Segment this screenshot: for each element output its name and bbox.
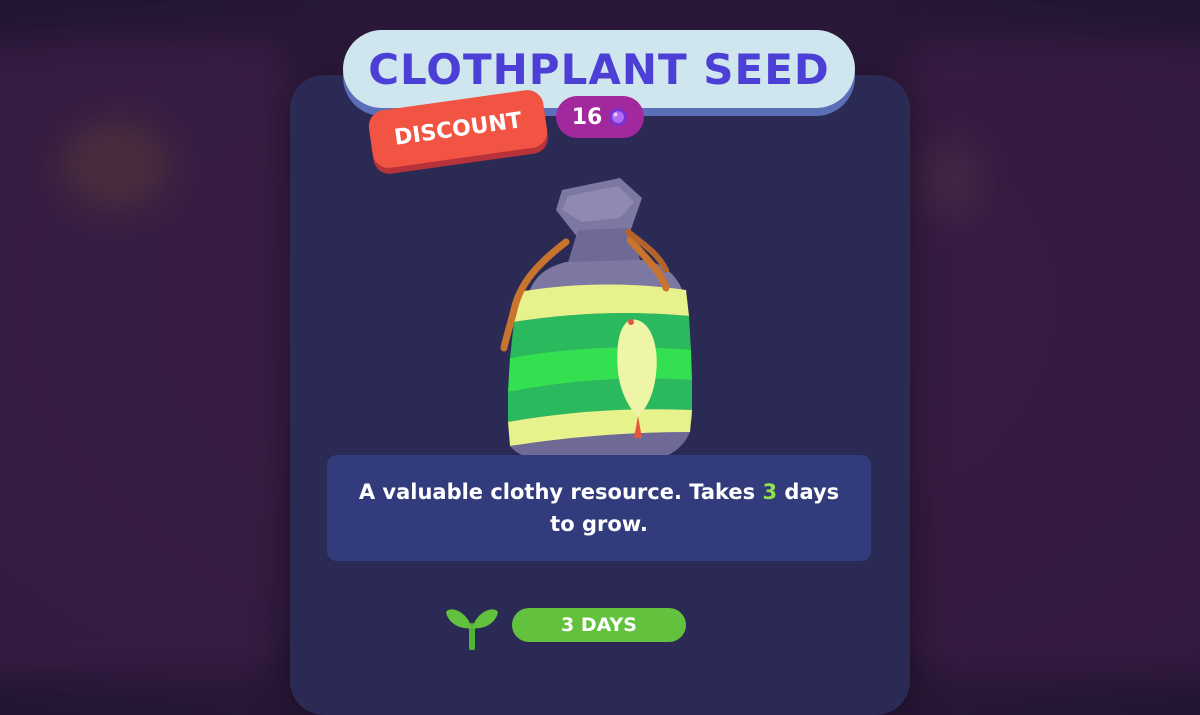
item-title: CLOTHPLANT SEED xyxy=(368,44,830,94)
background-glow xyxy=(60,120,170,210)
grow-time-badge: 3 DAYS xyxy=(512,608,686,642)
price-badge: 16 xyxy=(556,96,644,138)
description-text-start: A valuable clothy resource. Takes xyxy=(358,480,763,504)
background-shelf-right xyxy=(900,40,1200,680)
description-box: A valuable clothy resource. Takes 3 days… xyxy=(327,455,871,561)
price-value: 16 xyxy=(571,104,603,130)
sprout-icon xyxy=(446,609,498,650)
gem-icon xyxy=(609,108,628,126)
item-description: A valuable clothy resource. Takes 3 days… xyxy=(349,476,849,540)
grow-time-label: 3 DAYS xyxy=(561,614,637,636)
description-days-highlight: 3 xyxy=(762,480,778,504)
discount-label: DISCOUNT xyxy=(392,107,524,151)
background-glow-right xyxy=(920,140,980,220)
seed-bag-icon xyxy=(500,178,692,464)
